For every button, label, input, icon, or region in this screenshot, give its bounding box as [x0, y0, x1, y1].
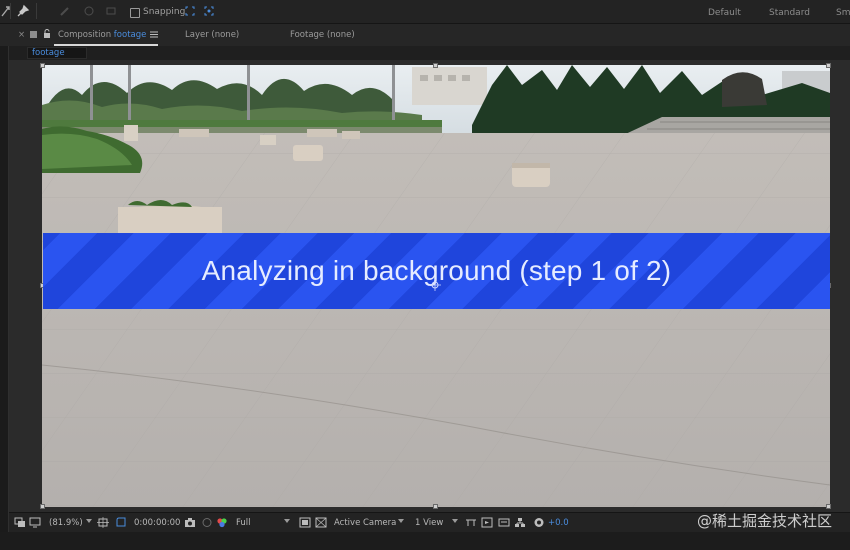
tab-layer[interactable]: Layer (none) — [185, 30, 239, 40]
toolbar-divider — [36, 3, 37, 19]
fast-previews-icon[interactable] — [481, 517, 493, 528]
left-panel-edge — [0, 24, 9, 550]
reset-exposure-icon[interactable] — [533, 517, 545, 528]
monitor-icon[interactable] — [29, 517, 41, 528]
chevron-down-icon[interactable] — [452, 519, 458, 523]
panel-footer — [0, 532, 850, 550]
grid-guides-icon[interactable] — [97, 517, 109, 528]
tab-footage[interactable]: Footage (none) — [290, 30, 355, 40]
top-toolbar: Snapping Default Standard Sm — [0, 0, 850, 24]
workspace-standard[interactable]: Standard — [769, 8, 810, 18]
brush-tool-icon[interactable] — [58, 4, 72, 18]
clone-tool-icon[interactable] — [82, 4, 96, 18]
transform-handle[interactable] — [433, 63, 438, 68]
region-of-interest-icon[interactable] — [299, 517, 311, 528]
analyzing-banner: Analyzing in background (step 1 of 2) — [43, 233, 830, 309]
snap-grid-icon[interactable] — [204, 6, 214, 16]
toolbar-divider — [10, 3, 11, 19]
close-tab-icon[interactable]: × — [18, 30, 25, 40]
composition-name-chip[interactable]: footage — [27, 47, 87, 59]
transform-handle[interactable] — [433, 504, 438, 509]
workspace-default[interactable]: Default — [708, 8, 741, 18]
current-timecode[interactable]: 0:00:00:00 — [134, 518, 180, 528]
chevron-down-icon[interactable] — [284, 519, 290, 523]
pin-tool-icon[interactable] — [16, 4, 30, 18]
composition-breadcrumb-bar: footage — [9, 46, 850, 60]
transform-handle[interactable] — [826, 504, 831, 509]
snap-options-icon[interactable] — [185, 6, 195, 16]
anchor-point-icon[interactable] — [429, 279, 441, 291]
resolution-select[interactable]: Full — [236, 518, 251, 528]
tab-composition-name: footage — [113, 30, 147, 40]
mask-visibility-icon[interactable] — [115, 517, 127, 528]
snapping-checkbox[interactable] — [130, 8, 140, 18]
transform-handle[interactable] — [40, 63, 45, 68]
panel-tab-strip: × Composition footage Layer (none) Foota… — [0, 24, 850, 46]
chevron-down-icon[interactable] — [398, 519, 404, 523]
workspace-small-screen[interactable]: Sm — [836, 8, 850, 18]
tab-composition[interactable]: Composition footage — [58, 30, 146, 40]
snapping-label: Snapping — [143, 7, 186, 17]
timeline-icon[interactable] — [498, 517, 510, 528]
hamburger-menu-icon[interactable] — [150, 31, 158, 38]
composition-name-label: footage — [32, 48, 65, 58]
lock-icon[interactable] — [43, 29, 51, 39]
transform-handle[interactable] — [826, 63, 831, 68]
transform-handle[interactable] — [40, 504, 45, 509]
comp-flowchart-icon[interactable] — [514, 517, 526, 528]
show-snapshot-icon[interactable] — [201, 517, 213, 528]
eraser-tool-icon[interactable] — [104, 4, 118, 18]
selection-tool-icon[interactable] — [0, 4, 14, 18]
watermark: @稀土掘金技术社区 — [696, 512, 832, 530]
zoom-level[interactable]: (81.9%) — [49, 518, 83, 528]
camera-view-select[interactable]: Active Camera — [334, 518, 396, 528]
tab-composition-prefix: Composition — [58, 30, 112, 40]
always-preview-icon[interactable] — [14, 517, 26, 528]
snapshot-camera-icon[interactable] — [184, 517, 196, 528]
panel-menu-icon[interactable] — [30, 31, 37, 38]
transparency-grid-icon[interactable] — [315, 517, 327, 528]
chevron-down-icon[interactable] — [86, 519, 92, 523]
exposure-value[interactable]: +0.0 — [548, 518, 569, 528]
toggle-pixel-aspect-icon[interactable] — [465, 517, 477, 528]
view-layout-select[interactable]: 1 View — [415, 518, 443, 528]
color-channels-icon[interactable] — [216, 517, 228, 528]
